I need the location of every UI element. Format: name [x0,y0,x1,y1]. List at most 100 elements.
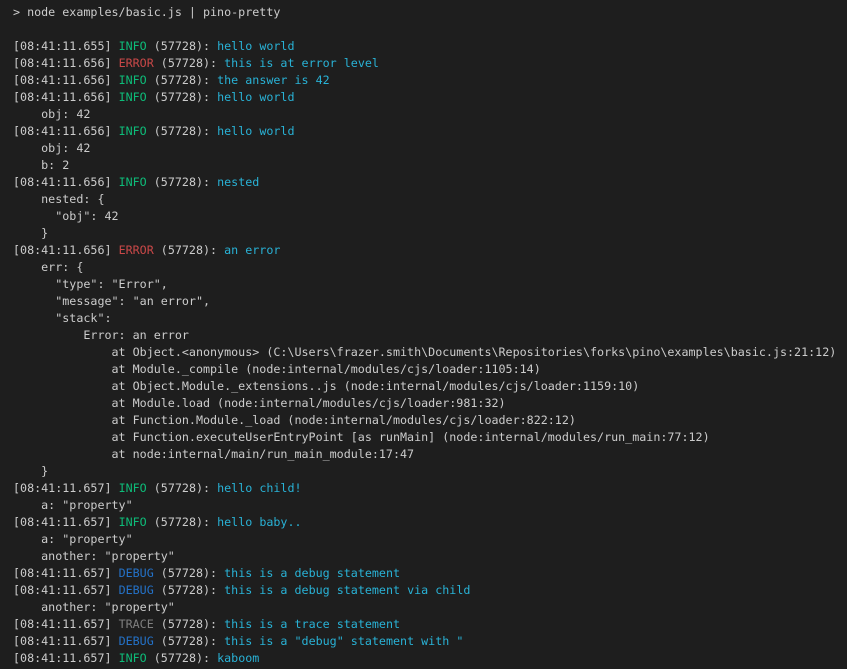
log-segment: "obj": 42 [13,209,119,223]
log-segment: [08:41:11.657] [13,634,119,648]
log-line: obj: 42 [13,140,847,157]
log-line: [08:41:11.657] DEBUG (57728): this is a … [13,582,847,599]
log-segment: INFO [119,39,147,53]
log-line: at Module._compile (node:internal/module… [13,361,847,378]
log-segment: (57728): [154,583,224,597]
log-segment: this is a "debug" statement with " [224,634,463,648]
log-line: at node:internal/main/run_main_module:17… [13,446,847,463]
log-segment: the answer is 42 [217,73,330,87]
log-segment: [08:41:11.656] [13,56,119,70]
log-segment: a: "property" [13,498,133,512]
log-segment: [08:41:11.657] [13,515,119,529]
log-segment: (57728): [154,617,224,631]
log-line: [08:41:11.656] INFO (57728): hello world [13,123,847,140]
log-line: at Object.<anonymous> (C:\Users\frazer.s… [13,344,847,361]
log-segment: ERROR [119,56,154,70]
log-line: [08:41:11.655] INFO (57728): hello world [13,38,847,55]
log-segment: (57728): [147,90,217,104]
log-segment: Error: an error [13,328,189,342]
log-segment: at Function.executeUserEntryPoint [as ru… [13,430,710,444]
log-segment: [08:41:11.657] [13,566,119,580]
log-segment: hello child! [217,481,301,495]
log-segment: INFO [119,90,147,104]
log-segment: ERROR [119,243,154,257]
log-segment: (57728): [147,481,217,495]
log-segment: (57728): [154,634,224,648]
log-segment: (57728): [147,73,217,87]
log-segment: TRACE [119,617,154,631]
log-segment: at Function.Module._load (node:internal/… [13,413,576,427]
log-segment: obj: 42 [13,107,90,121]
log-segment: (57728): [147,515,217,529]
log-segment: DEBUG [119,566,154,580]
log-segment: hello world [217,90,294,104]
log-segment: an error [224,243,280,257]
log-segment: [08:41:11.657] [13,481,119,495]
log-segment: [08:41:11.657] [13,583,119,597]
log-segment: this is a trace statement [224,617,400,631]
log-line: "stack": [13,310,847,327]
log-line: [08:41:11.657] DEBUG (57728): this is a … [13,633,847,650]
log-line: [08:41:11.656] ERROR (57728): an error [13,242,847,259]
log-line: "obj": 42 [13,208,847,225]
log-segment: [08:41:11.656] [13,175,119,189]
log-line: another: "property" [13,599,847,616]
log-segment: "stack": [13,311,112,325]
log-segment: [08:41:11.655] [13,39,119,53]
log-line: } [13,225,847,242]
log-segment: DEBUG [119,634,154,648]
log-segment: this is at error level [224,56,379,70]
log-line: [08:41:11.656] INFO (57728): nested [13,174,847,191]
log-segment: (57728): [154,56,224,70]
log-segment: at Object.Module._extensions..js (node:i… [13,379,639,393]
log-segment: DEBUG [119,583,154,597]
log-line: [08:41:11.657] INFO (57728): kaboom [13,650,847,667]
log-segment: a: "property" [13,532,133,546]
log-segment: (57728): [154,243,224,257]
log-line: [08:41:11.656] ERROR (57728): this is at… [13,55,847,72]
log-segment: > node examples/basic.js | pino-pretty [13,5,280,19]
log-segment: [08:41:11.656] [13,90,119,104]
log-segment: hello baby.. [217,515,301,529]
log-line: [08:41:11.656] INFO (57728): the answer … [13,72,847,89]
terminal-output[interactable]: > node examples/basic.js | pino-pretty [0… [0,0,847,669]
log-segment: b: 2 [13,158,69,172]
log-segment: INFO [119,481,147,495]
log-segment: nested: { [13,192,104,206]
log-segment: at Object.<anonymous> (C:\Users\frazer.s… [13,345,836,359]
log-line: err: { [13,259,847,276]
log-segment: at node:internal/main/run_main_module:17… [13,447,414,461]
log-segment: kaboom [217,651,259,665]
log-segment: INFO [119,515,147,529]
log-line: } [13,463,847,480]
log-line: b: 2 [13,157,847,174]
log-segment: [08:41:11.657] [13,651,119,665]
log-segment: "message": "an error", [13,294,210,308]
log-line [13,21,847,38]
log-segment: INFO [119,651,147,665]
log-segment: (57728): [147,39,217,53]
log-line: nested: { [13,191,847,208]
log-segment: another: "property" [13,600,175,614]
log-segment: (57728): [147,175,217,189]
log-segment: (57728): [147,124,217,138]
log-segment: [08:41:11.656] [13,124,119,138]
log-line: "message": "an error", [13,293,847,310]
log-line: a: "property" [13,497,847,514]
log-segment: this is a debug statement via child [224,583,470,597]
log-line: > node examples/basic.js | pino-pretty [13,4,847,21]
log-segment: (57728): [154,566,224,580]
log-line: [08:41:11.657] INFO (57728): hello baby.… [13,514,847,531]
log-line: Error: an error [13,327,847,344]
log-segment: hello world [217,39,294,53]
log-segment: [08:41:11.656] [13,73,119,87]
log-segment: err: { [13,260,83,274]
log-segment: at Module._compile (node:internal/module… [13,362,541,376]
log-segment: "type": "Error", [13,277,168,291]
log-line: [08:41:11.657] TRACE (57728): this is a … [13,616,847,633]
log-segment: hello world [217,124,294,138]
log-line: another: "property" [13,548,847,565]
log-segment: [08:41:11.657] [13,617,119,631]
log-segment: } [13,464,48,478]
log-line: [08:41:11.657] INFO (57728): hello child… [13,480,847,497]
